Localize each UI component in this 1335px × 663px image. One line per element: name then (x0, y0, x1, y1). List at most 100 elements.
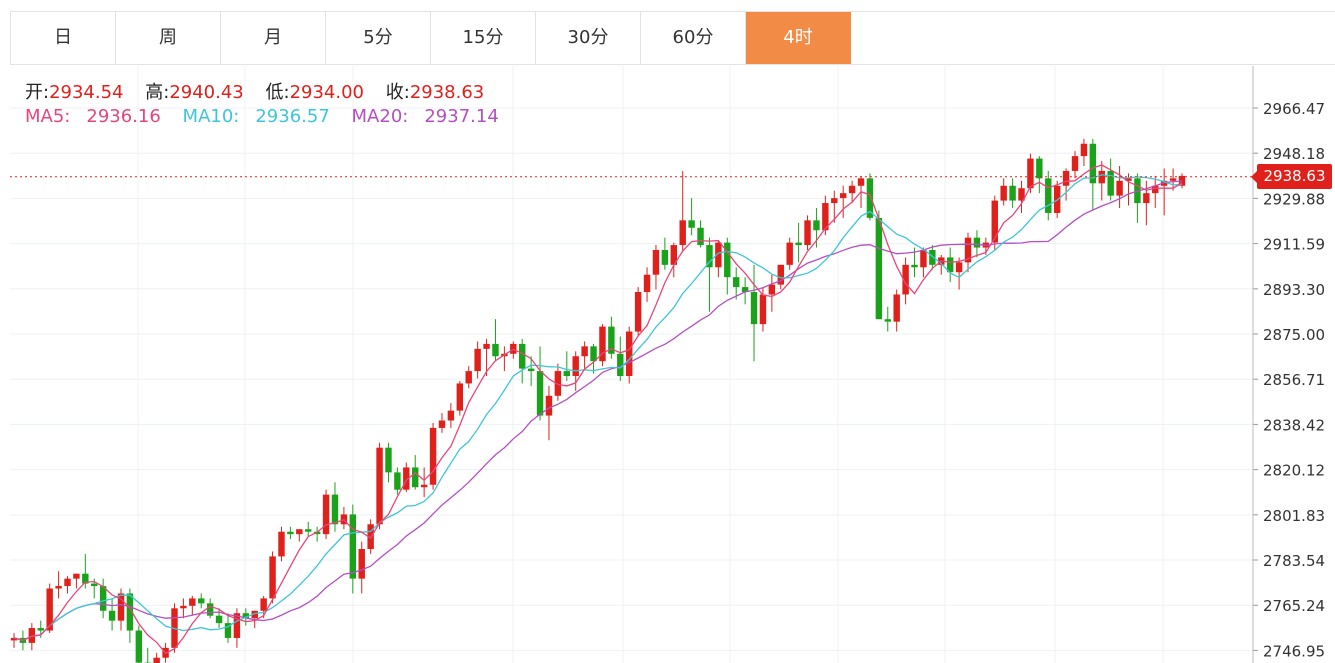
candle-body (991, 200, 998, 243)
y-tick-label: 2948.18 (1263, 145, 1325, 163)
y-tick-label: 2765.24 (1263, 597, 1325, 615)
candle-body (884, 319, 891, 322)
candle-body (198, 598, 205, 604)
candle-body (813, 220, 820, 231)
candle-body (519, 343, 526, 369)
candle-body (848, 185, 856, 194)
candle-series (10, 138, 1186, 663)
candle-body (474, 348, 481, 372)
candle-body (180, 605, 187, 609)
y-tick-label: 2820.12 (1263, 462, 1325, 480)
candle-body (911, 264, 918, 268)
candle-body (857, 178, 865, 186)
candle-body (545, 395, 553, 416)
candle-body (438, 420, 446, 428)
candle-body (456, 383, 464, 411)
candle-body (804, 220, 811, 246)
candle-body (750, 292, 758, 325)
ma10-line (13, 174, 1183, 642)
candle-body (581, 346, 588, 357)
candle-body (1027, 158, 1034, 189)
candle-body (349, 514, 357, 579)
candle-body (412, 467, 419, 488)
candle-body (955, 262, 963, 273)
y-tick-label: 2783.54 (1263, 552, 1325, 570)
ma20-line (13, 180, 1183, 642)
candle-body (260, 598, 267, 611)
candle-body (108, 610, 116, 621)
candle-body (634, 292, 642, 332)
candle-body (795, 242, 802, 246)
candle-body (572, 356, 579, 377)
candle-body (1116, 180, 1123, 196)
candle-body (536, 371, 544, 416)
candle-body (322, 494, 330, 535)
candle-body (563, 371, 571, 377)
candle-body (73, 573, 80, 579)
candle-body (331, 494, 339, 525)
ma10-label: MA10: (182, 106, 240, 127)
high-label: 高: (145, 82, 170, 103)
candle-body (64, 578, 71, 587)
candle-body (189, 598, 196, 606)
candle-body (1169, 178, 1177, 181)
candle-body (305, 529, 312, 532)
current-price-tag: 2938.63 (1251, 164, 1332, 189)
candle-body (91, 583, 98, 587)
candle-body (893, 294, 900, 322)
candle-body (973, 237, 981, 248)
y-tick-label: 2746.95 (1263, 642, 1325, 660)
candle-body (465, 371, 472, 384)
kline-app: 日 周 月 5分 15分 30分 60分 4时 2966.47 2948.18 29… (0, 0, 1335, 663)
candle-body (483, 343, 490, 349)
candle-body (1000, 185, 1007, 201)
ma5-line (13, 164, 1183, 655)
candle-body (1045, 178, 1052, 213)
candle-body (37, 628, 44, 631)
low-label: 低: (265, 82, 290, 103)
candle-body (652, 250, 660, 275)
candle-body (206, 603, 214, 616)
open-label: 开: (25, 82, 50, 103)
candle-body (661, 250, 669, 265)
y-tick-label: 2911.59 (1263, 236, 1325, 254)
candle-body (759, 294, 767, 325)
candle-body (1107, 170, 1114, 196)
candle-body (724, 242, 731, 278)
candle-body (688, 220, 695, 228)
candle-body (1071, 156, 1079, 171)
close-label: 收: (385, 82, 410, 103)
ma20-label: MA20: (351, 106, 409, 127)
candle-body (679, 220, 686, 246)
y-tick-label: 2929.88 (1263, 190, 1325, 208)
candle-body (296, 529, 303, 535)
high-value: 2940.43 (169, 82, 244, 103)
candle-body (447, 410, 455, 421)
candle-body (394, 472, 401, 490)
ma5-label: MA5: (25, 106, 71, 127)
candle-body (1009, 185, 1016, 201)
candle-body (385, 447, 392, 473)
candle-body (358, 548, 365, 579)
candle-body (920, 250, 927, 268)
candle-body (99, 586, 107, 611)
candle-body (839, 193, 847, 199)
candle-body (831, 198, 838, 204)
candle-body (429, 427, 437, 485)
candle-body (1062, 170, 1070, 186)
candle-body (278, 531, 285, 557)
candle-body (1036, 158, 1043, 179)
candle-body (376, 447, 383, 525)
price-axis: 2966.47 2948.18 2929.88 2911.59 2893.30 2875.… (1252, 66, 1325, 663)
candle-body (215, 615, 223, 624)
y-tick-label: 2838.42 (1263, 416, 1325, 434)
candle-body (625, 331, 633, 377)
open-value: 2934.54 (49, 82, 124, 103)
candle-body (768, 284, 776, 295)
candle-body (527, 368, 535, 372)
y-tick-label: 2801.83 (1263, 507, 1325, 525)
candle-body (492, 343, 499, 357)
y-tick-label: 2856.71 (1263, 371, 1325, 389)
candle-body (55, 586, 62, 589)
low-value: 2934.00 (289, 82, 365, 103)
